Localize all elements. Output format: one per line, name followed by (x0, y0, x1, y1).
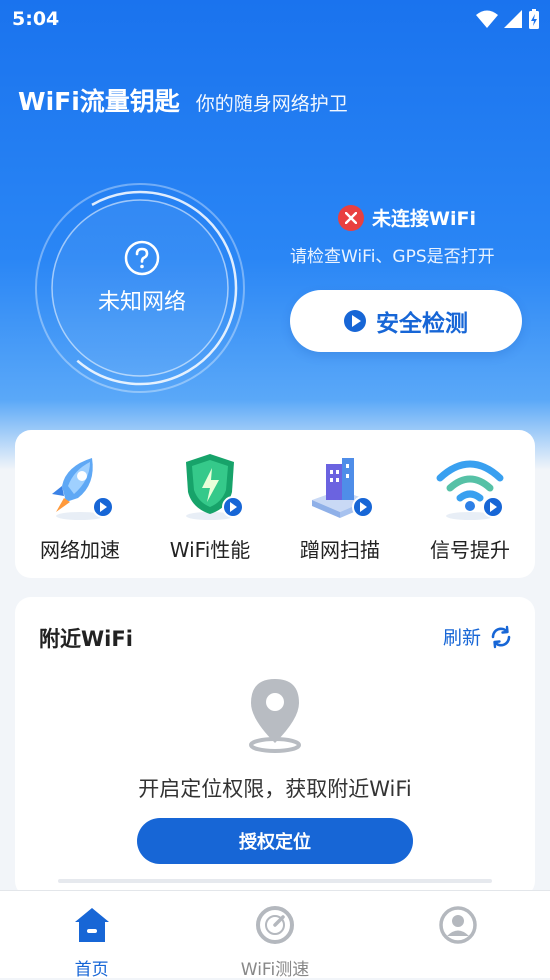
nearby-wifi-card: 附近WiFi 刷新 开启定位权限，获取附近WiFi 授权定位 (15, 597, 535, 897)
connection-hint: 请检查WiFi、GPS是否打开 (290, 247, 495, 267)
app-title: WiFi流量钥匙 (18, 87, 180, 116)
tools-panel: 网络加速 WiFi性能 蹭网扫描 信号提升 (15, 430, 535, 578)
security-check-label: 安全检测 (376, 311, 468, 337)
refresh-icon (491, 625, 511, 648)
app-subtitle: 你的随身网络护卫 (195, 93, 348, 115)
nav-home[interactable]: 首页 (2, 891, 182, 980)
connection-status: 未连接WiFi (338, 204, 476, 231)
battery-icon (529, 9, 539, 29)
refresh-button[interactable]: 刷新 (443, 623, 513, 650)
play-badge-icon (92, 496, 114, 518)
status-bar: 5:04 (0, 0, 550, 38)
list-divider (58, 879, 492, 883)
nav-profile[interactable] (368, 891, 548, 978)
profile-icon (439, 906, 478, 944)
location-prompt: 开启定位权限，获取附近WiFi (138, 777, 412, 801)
tool-leech-scan[interactable]: 蹭网扫描 (275, 430, 405, 563)
rocket-icon (44, 450, 116, 522)
app-header: WiFi流量钥匙 你的随身网络护卫 (18, 82, 348, 118)
play-badge-icon (222, 496, 244, 518)
cell-signal-icon (504, 10, 522, 28)
play-badge-icon (352, 496, 374, 518)
play-icon (344, 310, 366, 332)
nav-speed-test[interactable]: WiFi测速 (185, 891, 365, 980)
tool-signal-boost[interactable]: 信号提升 (405, 430, 535, 563)
home-icon (74, 908, 109, 942)
connection-status-text: 未连接WiFi (372, 208, 476, 230)
security-check-button[interactable]: 安全检测 (290, 290, 522, 352)
nav-label: WiFi测速 (240, 960, 310, 980)
status-time: 5:04 (12, 8, 60, 30)
building-scan-icon (304, 450, 376, 522)
wifi-signal-icon (434, 450, 506, 522)
network-state-label: 未知网络 (97, 290, 186, 315)
question-icon (124, 240, 160, 276)
shield-bolt-icon (174, 450, 246, 522)
location-pin-icon (249, 679, 301, 753)
status-icons (476, 9, 540, 29)
authorize-location-button[interactable]: 授权定位 (137, 818, 413, 864)
speedometer-icon (255, 906, 294, 944)
tool-label: 信号提升 (430, 538, 510, 562)
bottom-nav: 首页 WiFi测速 (0, 890, 550, 980)
nearby-wifi-title: 附近WiFi (39, 627, 133, 651)
nav-label: 首页 (74, 960, 109, 980)
tool-wifi-performance[interactable]: WiFi性能 (145, 430, 275, 563)
tool-network-boost[interactable]: 网络加速 (15, 430, 145, 563)
error-icon (338, 204, 364, 231)
wifi-status-icon (476, 10, 498, 28)
tool-label: WiFi性能 (169, 538, 251, 562)
refresh-label: 刷新 (442, 627, 481, 649)
play-badge-icon (482, 496, 504, 518)
tool-label: 蹭网扫描 (300, 538, 380, 562)
tool-label: 网络加速 (40, 538, 120, 562)
